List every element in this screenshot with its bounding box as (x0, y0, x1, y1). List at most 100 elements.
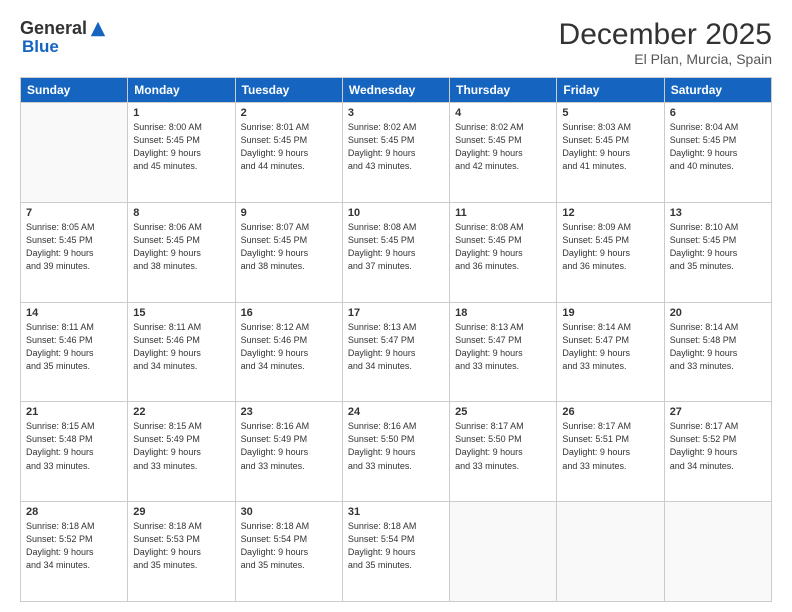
calendar-cell: 2 Sunrise: 8:01 AMSunset: 5:45 PMDaylight… (235, 103, 342, 203)
calendar-cell: 29Sunrise: 8:18 AMSunset: 5:53 PMDayligh… (128, 502, 235, 602)
day-info: Sunrise: 8:15 AMSunset: 5:48 PMDaylight:… (26, 420, 122, 472)
day-info: Sunrise: 8:01 AMSunset: 5:45 PMDaylight:… (241, 121, 337, 173)
day-number: 19 (562, 307, 658, 319)
calendar-week-row: 1 Sunrise: 8:00 AMSunset: 5:45 PMDaylight… (21, 103, 772, 203)
calendar-cell (21, 103, 128, 203)
calendar-week-row: 28Sunrise: 8:18 AMSunset: 5:52 PMDayligh… (21, 502, 772, 602)
day-number: 30 (241, 506, 337, 518)
day-info: Sunrise: 8:17 AMSunset: 5:51 PMDaylight:… (562, 420, 658, 472)
day-info: Sunrise: 8:02 AMSunset: 5:45 PMDaylight:… (348, 121, 444, 173)
calendar-cell (557, 502, 664, 602)
calendar-cell: 9 Sunrise: 8:07 AMSunset: 5:45 PMDaylight… (235, 202, 342, 302)
title-block: December 2025 El Plan, Murcia, Spain (559, 18, 772, 67)
day-number: 11 (455, 207, 551, 219)
day-of-week-header: Monday (128, 78, 235, 103)
day-info: Sunrise: 8:17 AMSunset: 5:50 PMDaylight:… (455, 420, 551, 472)
page: General Blue December 2025 El Plan, Murc… (0, 0, 792, 612)
calendar-cell: 26 Sunrise: 8:17 AMSunset: 5:51 PMDayligh… (557, 402, 664, 502)
day-number: 10 (348, 207, 444, 219)
logo-icon (89, 20, 107, 38)
calendar-cell: 18 Sunrise: 8:13 AMSunset: 5:47 PMDayligh… (450, 302, 557, 402)
calendar-cell: 4 Sunrise: 8:02 AMSunset: 5:45 PMDaylight… (450, 103, 557, 203)
day-info: Sunrise: 8:15 AMSunset: 5:49 PMDaylight:… (133, 420, 229, 472)
day-of-week-header: Saturday (664, 78, 771, 103)
day-info: Sunrise: 8:06 AMSunset: 5:45 PMDaylight:… (133, 221, 229, 273)
day-number: 24 (348, 406, 444, 418)
day-number: 21 (26, 406, 122, 418)
day-number: 15 (133, 307, 229, 319)
logo-blue: Blue (22, 37, 59, 56)
calendar-cell (450, 502, 557, 602)
day-info: Sunrise: 8:18 AMSunset: 5:52 PMDaylight:… (26, 520, 122, 572)
day-number: 20 (670, 307, 766, 319)
calendar-title: December 2025 (559, 18, 772, 51)
day-number: 27 (670, 406, 766, 418)
calendar-cell: 23Sunrise: 8:16 AMSunset: 5:49 PMDayligh… (235, 402, 342, 502)
calendar-table: SundayMondayTuesdayWednesdayThursdayFrid… (20, 77, 772, 602)
calendar-cell: 20 Sunrise: 8:14 AMSunset: 5:48 PMDayligh… (664, 302, 771, 402)
calendar-cell: 27 Sunrise: 8:17 AMSunset: 5:52 PMDayligh… (664, 402, 771, 502)
calendar-cell: 12Sunrise: 8:09 AMSunset: 5:45 PMDayligh… (557, 202, 664, 302)
day-number: 5 (562, 107, 658, 119)
day-info: Sunrise: 8:00 AMSunset: 5:45 PMDaylight:… (133, 121, 229, 173)
day-info: Sunrise: 8:11 AMSunset: 5:46 PMDaylight:… (133, 321, 229, 373)
day-info: Sunrise: 8:18 AMSunset: 5:54 PMDaylight:… (241, 520, 337, 572)
day-info: Sunrise: 8:07 AMSunset: 5:45 PMDaylight:… (241, 221, 337, 273)
day-number: 18 (455, 307, 551, 319)
calendar-cell: 16 Sunrise: 8:12 AMSunset: 5:46 PMDayligh… (235, 302, 342, 402)
day-info: Sunrise: 8:17 AMSunset: 5:52 PMDaylight:… (670, 420, 766, 472)
calendar-cell: 19 Sunrise: 8:14 AMSunset: 5:47 PMDayligh… (557, 302, 664, 402)
day-info: Sunrise: 8:12 AMSunset: 5:46 PMDaylight:… (241, 321, 337, 373)
calendar-cell: 10 Sunrise: 8:08 AMSunset: 5:45 PMDayligh… (342, 202, 449, 302)
calendar-cell: 30 Sunrise: 8:18 AMSunset: 5:54 PMDayligh… (235, 502, 342, 602)
calendar-cell: 17 Sunrise: 8:13 AMSunset: 5:47 PMDayligh… (342, 302, 449, 402)
calendar-cell: 14 Sunrise: 8:11 AMSunset: 5:46 PMDayligh… (21, 302, 128, 402)
day-info: Sunrise: 8:14 AMSunset: 5:48 PMDaylight:… (670, 321, 766, 373)
calendar-cell: 22 Sunrise: 8:15 AMSunset: 5:49 PMDayligh… (128, 402, 235, 502)
logo: General Blue (20, 18, 107, 57)
day-info: Sunrise: 8:04 AMSunset: 5:45 PMDaylight:… (670, 121, 766, 173)
calendar-cell: 24 Sunrise: 8:16 AMSunset: 5:50 PMDayligh… (342, 402, 449, 502)
day-info: Sunrise: 8:05 AMSunset: 5:45 PMDaylight:… (26, 221, 122, 273)
day-info: Sunrise: 8:14 AMSunset: 5:47 PMDaylight:… (562, 321, 658, 373)
calendar-cell: 6Sunrise: 8:04 AMSunset: 5:45 PMDaylight… (664, 103, 771, 203)
day-of-week-header: Thursday (450, 78, 557, 103)
calendar-cell (664, 502, 771, 602)
calendar-week-row: 21 Sunrise: 8:15 AMSunset: 5:48 PMDayligh… (21, 402, 772, 502)
day-number: 16 (241, 307, 337, 319)
calendar-cell: 11Sunrise: 8:08 AMSunset: 5:45 PMDayligh… (450, 202, 557, 302)
calendar-cell: 1 Sunrise: 8:00 AMSunset: 5:45 PMDaylight… (128, 103, 235, 203)
day-number: 9 (241, 207, 337, 219)
day-info: Sunrise: 8:16 AMSunset: 5:50 PMDaylight:… (348, 420, 444, 472)
day-number: 4 (455, 107, 551, 119)
calendar-cell: 21 Sunrise: 8:15 AMSunset: 5:48 PMDayligh… (21, 402, 128, 502)
day-number: 23 (241, 406, 337, 418)
calendar-cell: 8 Sunrise: 8:06 AMSunset: 5:45 PMDaylight… (128, 202, 235, 302)
calendar-cell: 15 Sunrise: 8:11 AMSunset: 5:46 PMDayligh… (128, 302, 235, 402)
day-number: 14 (26, 307, 122, 319)
day-info: Sunrise: 8:13 AMSunset: 5:47 PMDaylight:… (455, 321, 551, 373)
day-info: Sunrise: 8:09 AMSunset: 5:45 PMDaylight:… (562, 221, 658, 273)
day-number: 25 (455, 406, 551, 418)
logo-text: General (20, 18, 107, 39)
day-info: Sunrise: 8:03 AMSunset: 5:45 PMDaylight:… (562, 121, 658, 173)
calendar-cell: 13Sunrise: 8:10 AMSunset: 5:45 PMDayligh… (664, 202, 771, 302)
day-of-week-header: Sunday (21, 78, 128, 103)
day-info: Sunrise: 8:13 AMSunset: 5:47 PMDaylight:… (348, 321, 444, 373)
day-number: 2 (241, 107, 337, 119)
day-of-week-header: Tuesday (235, 78, 342, 103)
day-info: Sunrise: 8:08 AMSunset: 5:45 PMDaylight:… (348, 221, 444, 273)
day-number: 17 (348, 307, 444, 319)
day-number: 22 (133, 406, 229, 418)
calendar-cell: 5 Sunrise: 8:03 AMSunset: 5:45 PMDaylight… (557, 103, 664, 203)
day-info: Sunrise: 8:02 AMSunset: 5:45 PMDaylight:… (455, 121, 551, 173)
day-number: 29 (133, 506, 229, 518)
calendar-cell: 25 Sunrise: 8:17 AMSunset: 5:50 PMDayligh… (450, 402, 557, 502)
day-info: Sunrise: 8:11 AMSunset: 5:46 PMDaylight:… (26, 321, 122, 373)
logo-general: General (20, 18, 87, 39)
day-number: 1 (133, 107, 229, 119)
day-number: 26 (562, 406, 658, 418)
day-info: Sunrise: 8:10 AMSunset: 5:45 PMDaylight:… (670, 221, 766, 273)
calendar-cell: 31Sunrise: 8:18 AMSunset: 5:54 PMDayligh… (342, 502, 449, 602)
day-number: 8 (133, 207, 229, 219)
